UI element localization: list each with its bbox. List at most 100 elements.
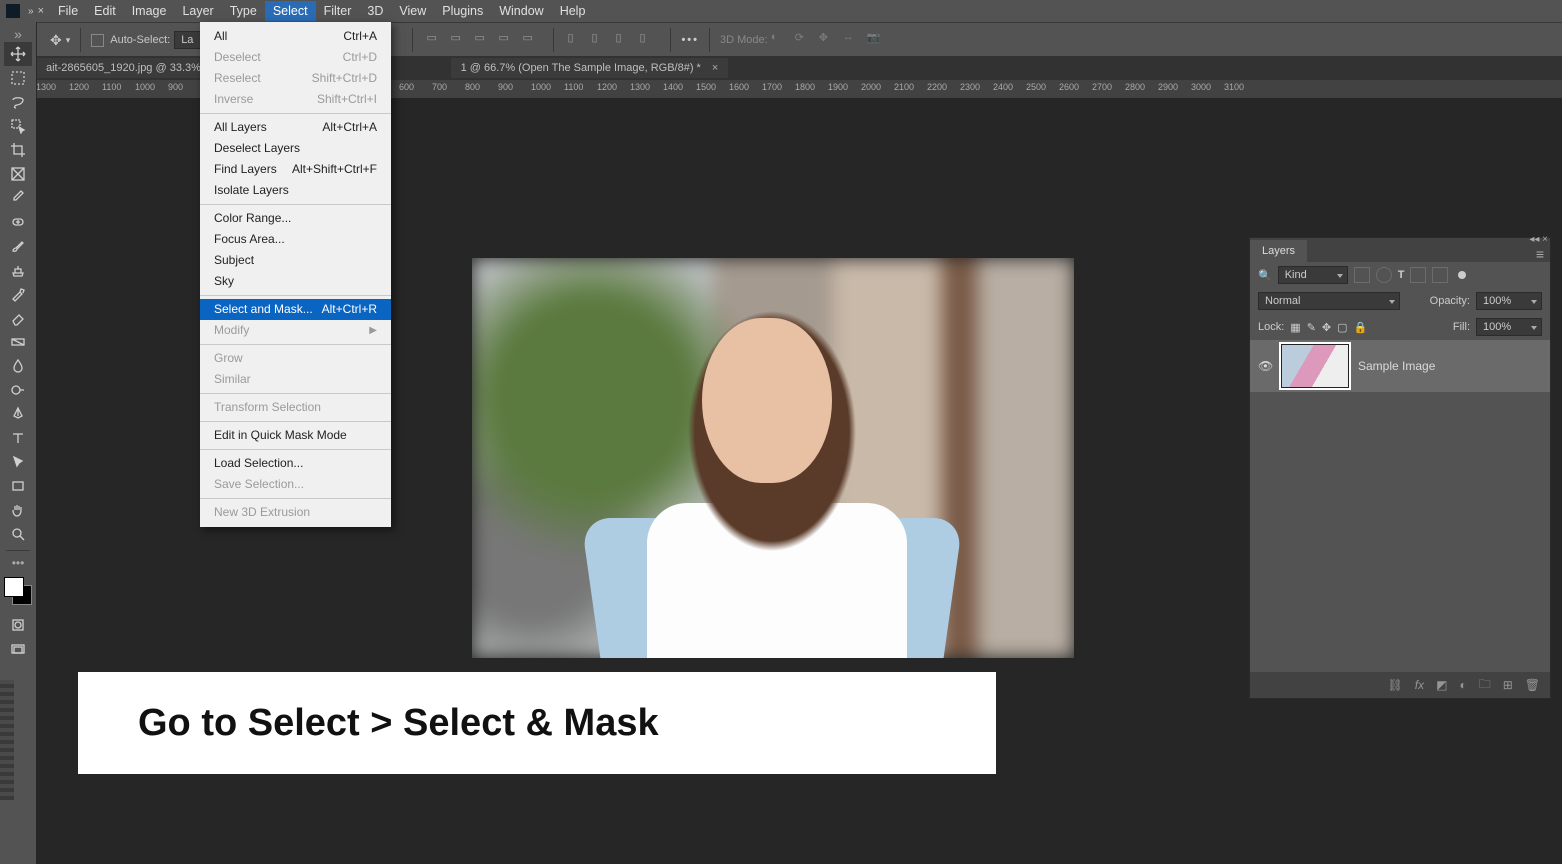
gradient-tool[interactable] bbox=[4, 330, 32, 354]
type-tool[interactable] bbox=[4, 426, 32, 450]
move-tool[interactable] bbox=[4, 42, 32, 66]
toolbar-expand-icon[interactable]: » bbox=[14, 26, 22, 42]
menu-image[interactable]: Image bbox=[124, 1, 175, 21]
history-brush-tool[interactable] bbox=[4, 282, 32, 306]
filter-pixel-icon[interactable] bbox=[1354, 267, 1370, 283]
menu-item-subject[interactable]: Subject bbox=[200, 250, 391, 271]
lock-all-icon[interactable]: 🔒 bbox=[1354, 321, 1368, 334]
align-top-icon[interactable]: ▭ bbox=[498, 31, 516, 49]
menu-item-isolate-layers[interactable]: Isolate Layers bbox=[200, 180, 391, 201]
menu-window[interactable]: Window bbox=[491, 1, 551, 21]
lock-move-icon[interactable]: ✥ bbox=[1322, 321, 1331, 334]
pen-tool[interactable] bbox=[4, 402, 32, 426]
distribute-v-icon[interactable]: ▯ bbox=[591, 31, 609, 49]
menu-filter[interactable]: Filter bbox=[316, 1, 360, 21]
lock-artboard-icon[interactable]: ▢ bbox=[1337, 321, 1347, 334]
close-icon[interactable]: × bbox=[712, 62, 718, 74]
rectangle-tool[interactable] bbox=[4, 474, 32, 498]
align-center-icon[interactable]: ▭ bbox=[450, 31, 468, 49]
menu-edit[interactable]: Edit bbox=[86, 1, 124, 21]
align-left-icon[interactable]: ▭ bbox=[426, 31, 444, 49]
menu-item-deselect-layers[interactable]: Deselect Layers bbox=[200, 138, 391, 159]
crop-tool[interactable] bbox=[4, 138, 32, 162]
layer-row[interactable]: 👁 Sample Image bbox=[1250, 340, 1550, 392]
new-layer-icon[interactable]: ⊞ bbox=[1503, 678, 1513, 692]
eyedropper-tool[interactable] bbox=[4, 186, 32, 210]
menu-layer[interactable]: Layer bbox=[174, 1, 221, 21]
filter-kind-dropdown[interactable]: Kind bbox=[1278, 266, 1348, 284]
menu-3d[interactable]: 3D bbox=[359, 1, 391, 21]
menu-select[interactable]: Select bbox=[265, 1, 316, 21]
trash-icon[interactable]: 🗑 bbox=[1525, 678, 1540, 692]
3d-roll-icon[interactable]: ⟳ bbox=[795, 31, 813, 49]
object-select-tool[interactable] bbox=[4, 114, 32, 138]
lasso-tool[interactable] bbox=[4, 90, 32, 114]
panel-collapse-icon[interactable]: ◂◂ × bbox=[1529, 234, 1548, 245]
menu-item-focus-area[interactable]: Focus Area... bbox=[200, 229, 391, 250]
screenmode-tool[interactable] bbox=[4, 637, 32, 661]
3d-orbit-icon[interactable]: ◐ bbox=[771, 31, 789, 49]
blend-mode-dropdown[interactable]: Normal bbox=[1258, 292, 1400, 310]
menu-type[interactable]: Type bbox=[222, 1, 265, 21]
link-layers-icon[interactable]: ⛓ bbox=[1388, 678, 1403, 692]
window-chevrons[interactable]: » bbox=[28, 6, 34, 17]
menu-item-find-layers[interactable]: Find LayersAlt+Shift+Ctrl+F bbox=[200, 159, 391, 180]
filter-type-icon[interactable]: T bbox=[1398, 269, 1405, 281]
healing-brush-tool[interactable] bbox=[4, 210, 32, 234]
3d-cam-icon[interactable]: 📷 bbox=[867, 31, 885, 49]
color-swatch[interactable] bbox=[4, 577, 32, 605]
dodge-tool[interactable] bbox=[4, 378, 32, 402]
distribute-space-icon[interactable]: ▯ bbox=[615, 31, 633, 49]
menu-item-edit-in-quick-mask-mode[interactable]: Edit in Quick Mask Mode bbox=[200, 425, 391, 446]
distribute-last-icon[interactable]: ▯ bbox=[639, 31, 657, 49]
3d-pan-icon[interactable]: ✥ bbox=[819, 31, 837, 49]
brush-tool[interactable] bbox=[4, 234, 32, 258]
layer-thumbnail[interactable] bbox=[1282, 345, 1348, 387]
menu-item-load-selection[interactable]: Load Selection... bbox=[200, 453, 391, 474]
document-tab[interactable]: 1 @ 66.7% (Open The Sample Image, RGB/8#… bbox=[451, 58, 729, 78]
layers-tab[interactable]: Layers bbox=[1250, 240, 1307, 262]
more-options-icon[interactable]: ••• bbox=[681, 34, 699, 46]
filter-adjust-icon[interactable] bbox=[1376, 267, 1392, 283]
eraser-tool[interactable] bbox=[4, 306, 32, 330]
menu-item-all[interactable]: AllCtrl+A bbox=[200, 26, 391, 47]
menu-item-select-and-mask[interactable]: Select and Mask...Alt+Ctrl+R bbox=[200, 299, 391, 320]
frame-tool[interactable] bbox=[4, 162, 32, 186]
menu-help[interactable]: Help bbox=[552, 1, 594, 21]
marquee-tool[interactable] bbox=[4, 66, 32, 90]
menu-item-label: Focus Area... bbox=[214, 232, 285, 247]
path-select-tool[interactable] bbox=[4, 450, 32, 474]
fill-input[interactable]: 100% bbox=[1476, 318, 1542, 336]
menu-view[interactable]: View bbox=[391, 1, 434, 21]
opacity-input[interactable]: 100% bbox=[1476, 292, 1542, 310]
lock-trans-icon[interactable]: ▦ bbox=[1290, 321, 1300, 334]
lock-brush-icon[interactable]: ✎ bbox=[1307, 321, 1316, 334]
mask-icon[interactable]: ◩ bbox=[1436, 678, 1447, 692]
panel-menu-icon[interactable]: ≡ bbox=[1536, 246, 1544, 262]
menu-plugins[interactable]: Plugins bbox=[434, 1, 491, 21]
align-middle-icon[interactable]: ▭ bbox=[522, 31, 540, 49]
filter-smart-icon[interactable] bbox=[1432, 267, 1448, 283]
3d-slide-icon[interactable]: ↔ bbox=[843, 31, 861, 49]
visibility-icon[interactable]: 👁 bbox=[1258, 359, 1272, 373]
group-icon[interactable]: 🗀 bbox=[1479, 675, 1491, 696]
auto-select-checkbox[interactable] bbox=[91, 34, 104, 47]
menu-item-sky[interactable]: Sky bbox=[200, 271, 391, 292]
adjustment-icon[interactable]: ◐ bbox=[1459, 678, 1466, 692]
clone-stamp-tool[interactable] bbox=[4, 258, 32, 282]
close-icon[interactable]: × bbox=[38, 5, 44, 17]
edit-toolbar-icon[interactable]: ••• bbox=[4, 555, 32, 571]
menu-file[interactable]: File bbox=[50, 1, 86, 21]
filter-toggle-dot[interactable] bbox=[1458, 271, 1466, 279]
zoom-tool[interactable] bbox=[4, 522, 32, 546]
align-right-icon[interactable]: ▭ bbox=[474, 31, 492, 49]
hand-tool[interactable] bbox=[4, 498, 32, 522]
blur-tool[interactable] bbox=[4, 354, 32, 378]
fx-icon[interactable]: fx bbox=[1415, 678, 1424, 692]
search-icon[interactable]: 🔍 bbox=[1258, 269, 1272, 282]
quickmask-tool[interactable] bbox=[4, 613, 32, 637]
filter-shape-icon[interactable] bbox=[1410, 267, 1426, 283]
distribute-h-icon[interactable]: ▯ bbox=[567, 31, 585, 49]
menu-item-color-range[interactable]: Color Range... bbox=[200, 208, 391, 229]
menu-item-all-layers[interactable]: All LayersAlt+Ctrl+A bbox=[200, 117, 391, 138]
